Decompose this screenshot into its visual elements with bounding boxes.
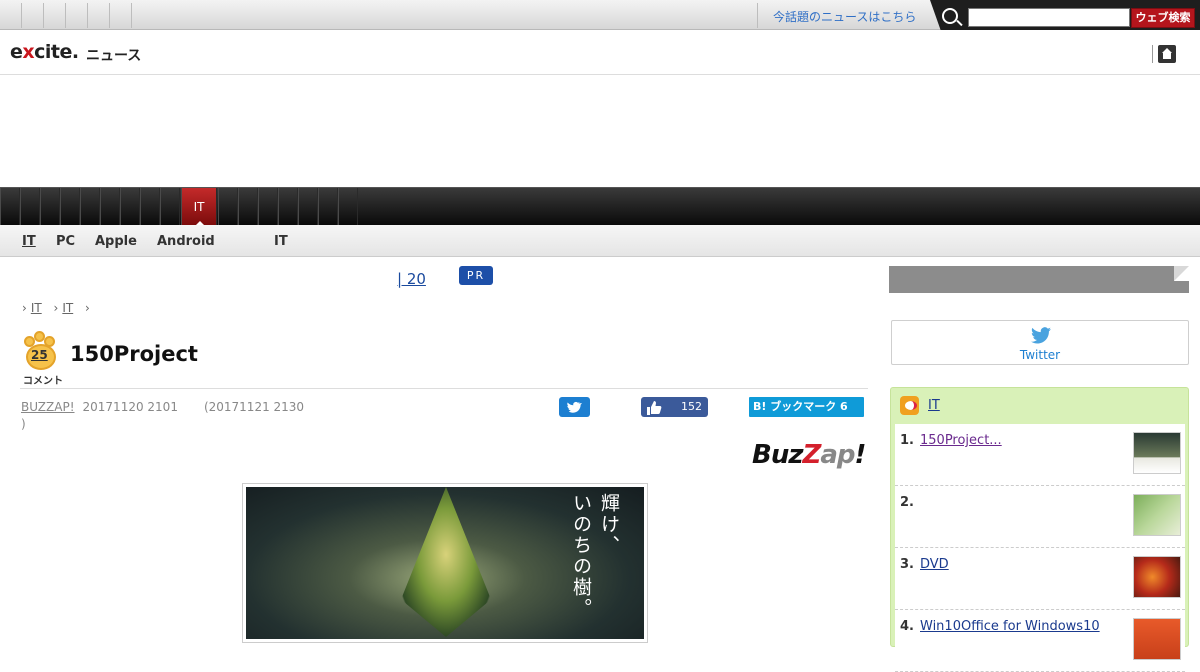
ranking-link[interactable]: Win10Office for Windows10 <box>920 619 1100 634</box>
twitter-follow-label: Twitter <box>1019 348 1061 362</box>
category-nav: IT <box>0 187 1200 226</box>
ranking-item[interactable]: 1. 150Project... <box>895 424 1185 486</box>
ranking-item[interactable]: 3. DVD <box>895 548 1185 610</box>
subnav-item-it[interactable]: IT <box>22 234 36 249</box>
category-tab[interactable] <box>318 188 338 226</box>
hatena-bookmark-button[interactable]: B! ブックマーク 6 <box>749 397 864 417</box>
ranking-thumbnail[interactable] <box>1133 556 1181 598</box>
ranking-thumbnail[interactable] <box>1133 618 1181 660</box>
ranking-number: 4. <box>900 619 914 634</box>
category-tab[interactable] <box>338 188 358 226</box>
top-bar-tab[interactable] <box>110 3 132 28</box>
like-count: 152 <box>681 400 702 413</box>
published-date: 20171120 2101 <box>82 400 178 414</box>
breadcrumb-item[interactable]: IT <box>62 301 73 315</box>
source-link[interactable]: BUZZAP! <box>21 400 75 414</box>
twitter-follow-button[interactable]: Twitter <box>891 320 1189 365</box>
twitter-icon <box>1031 327 1051 344</box>
ranking-thumbnail[interactable] <box>1133 432 1181 474</box>
sidebar-banner[interactable] <box>889 266 1189 293</box>
facebook-like-button[interactable]: 152 <box>641 397 708 417</box>
logo-bar: excite. ニュース <box>0 30 1200 75</box>
ranking-title[interactable]: IT <box>928 398 940 413</box>
comment-label: コメント <box>23 376 63 387</box>
ad-area <box>0 75 1200 187</box>
web-search-button[interactable]: ウェブ検索 <box>1131 8 1195 28</box>
pr-link[interactable]: | 20 <box>397 270 426 288</box>
buzzap-logo[interactable]: BuzZap! <box>752 440 866 470</box>
ranking-thumbnail[interactable] <box>1133 494 1181 536</box>
subnav-item-it-2[interactable]: IT <box>274 234 288 249</box>
chevron-right-icon: › <box>22 301 27 315</box>
pr-badge: PR <box>459 266 493 285</box>
category-tab[interactable] <box>238 188 258 226</box>
top-bar-tab[interactable] <box>88 3 110 28</box>
category-tab[interactable] <box>140 188 160 226</box>
top-bar-tab[interactable] <box>22 3 44 28</box>
search-icon <box>942 8 958 24</box>
logo-subtitle[interactable]: ニュース <box>86 45 141 65</box>
top-bar-divider <box>757 3 758 28</box>
updated-close: ) <box>21 417 26 431</box>
chevron-right-icon: › <box>85 301 90 315</box>
ranking-icon <box>900 396 919 415</box>
ranking-item[interactable]: 2. <box>895 486 1185 548</box>
category-tab[interactable] <box>60 188 80 226</box>
category-tab[interactable] <box>20 188 40 226</box>
subnav-item-android[interactable]: Android <box>157 234 215 249</box>
top-bar-tab[interactable] <box>0 3 22 28</box>
ranking-item[interactable]: 4. Win10Office for Windows10 <box>895 610 1185 672</box>
category-tab[interactable] <box>100 188 120 226</box>
category-tab[interactable] <box>258 188 278 226</box>
top-bar-tab[interactable] <box>66 3 88 28</box>
category-tab[interactable] <box>160 188 180 226</box>
article-title: 150Project <box>70 342 198 366</box>
category-tab[interactable] <box>218 188 238 226</box>
ranking-number: 2. <box>900 495 914 510</box>
category-tab[interactable] <box>40 188 60 226</box>
tweet-button[interactable] <box>559 397 590 417</box>
ranking-panel: IT 1. 150Project... 2. 3. DVD 4. Win10Of… <box>890 387 1189 672</box>
home-icon[interactable] <box>1158 45 1176 63</box>
updated-date: (20171121 2130 <box>203 400 305 414</box>
breadcrumb: › IT › IT › <box>22 301 90 315</box>
hero-caption: 輝け、 <box>598 493 620 556</box>
category-tab[interactable] <box>298 188 318 226</box>
home-separator <box>1152 45 1153 63</box>
comment-count[interactable]: 25 <box>31 348 48 362</box>
ranking-list: 1. 150Project... 2. 3. DVD 4. Win10Offic… <box>895 424 1185 672</box>
subnav-item-apple[interactable]: Apple <box>95 234 137 249</box>
ranking-number: 1. <box>900 433 914 448</box>
hero-caption: いのちの樹。 <box>570 493 592 619</box>
category-tab[interactable] <box>278 188 298 226</box>
thumbs-up-icon <box>647 401 662 415</box>
category-tab-it[interactable]: IT <box>181 188 217 226</box>
tree-illustration <box>401 487 491 637</box>
category-tab[interactable] <box>120 188 140 226</box>
ranking-number: 3. <box>900 557 914 572</box>
ranking-link[interactable]: DVD <box>920 557 949 572</box>
sub-nav: IT PC Apple Android IT <box>0 225 1200 257</box>
chevron-right-icon: › <box>53 301 59 315</box>
title-divider <box>20 388 868 389</box>
search-input[interactable] <box>968 8 1130 27</box>
trending-news-link[interactable]: 今話題のニュースはこちら <box>773 8 916 25</box>
hero-image[interactable]: 輝け、 いのちの樹。 <box>242 483 648 643</box>
ranking-link[interactable]: 150Project... <box>920 433 1002 448</box>
subnav-item-pc[interactable]: PC <box>56 234 75 249</box>
category-tab[interactable] <box>0 188 20 226</box>
category-tab[interactable] <box>80 188 100 226</box>
top-bar-tab[interactable] <box>44 3 66 28</box>
breadcrumb-item[interactable]: IT <box>31 301 42 315</box>
article-meta: BUZZAP! 20171120 2101 (20171121 2130) <box>21 399 341 433</box>
twitter-icon <box>567 401 582 413</box>
excite-logo[interactable]: excite. <box>10 41 79 63</box>
